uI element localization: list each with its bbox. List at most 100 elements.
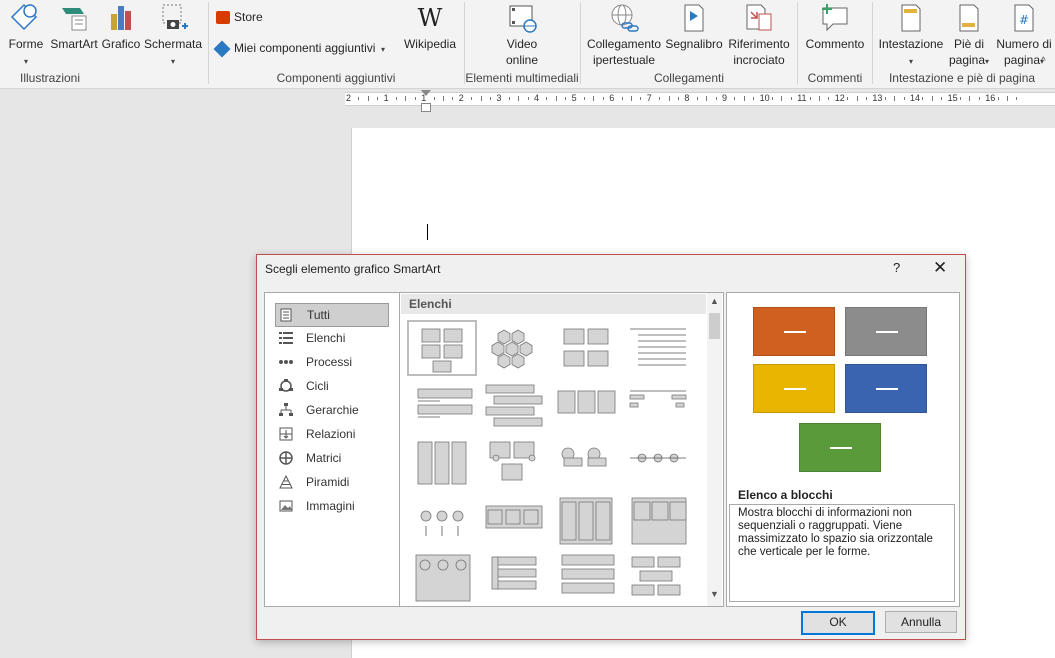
layout-thumbnail[interactable] — [482, 323, 546, 373]
chevron-down-icon: ▾ — [23, 57, 28, 66]
layout-thumbnail-graphic — [421, 328, 463, 373]
my-addins-button[interactable]: Miei componenti aggiuntivi ▾ — [213, 40, 385, 58]
smartart-icon — [62, 8, 87, 31]
gallery-scrollbar[interactable]: ▲ ▼ — [707, 293, 722, 606]
indent-marker[interactable] — [421, 103, 431, 112]
ruler-label: 5 — [571, 93, 577, 103]
layout-thumbnail[interactable] — [554, 438, 618, 488]
screenshot-button[interactable]: Schermata ▾ — [144, 2, 202, 70]
crossref-label-1: Riferimento — [728, 37, 790, 51]
video-icon — [509, 5, 537, 33]
ruler-tick — [565, 97, 567, 100]
help-button[interactable]: ? — [893, 260, 900, 275]
store-button[interactable]: Store — [216, 9, 263, 25]
layout-thumbnail[interactable] — [554, 323, 618, 373]
layout-thumbnail[interactable] — [626, 381, 690, 431]
ruler-label: 11 — [797, 93, 807, 103]
layout-thumbnail[interactable] — [410, 553, 474, 603]
pagenum-label-1: Numero di — [996, 37, 1052, 51]
ruler-tick — [508, 97, 510, 100]
smartart-button[interactable]: SmartArt — [48, 2, 100, 52]
header-icon — [901, 4, 921, 32]
header-button[interactable]: Intestazione ▾ — [878, 2, 944, 70]
dialog-title: Scegli elemento grafico SmartArt — [265, 262, 441, 276]
gallery-section-header: Elenchi — [401, 294, 706, 314]
ribbon: Forme ▾ SmartArt Grafico Schermata ▾ Ill… — [0, 0, 1055, 89]
shapes-label: Forme — [8, 37, 44, 51]
layout-thumbnail[interactable] — [626, 496, 690, 546]
ruler-tick — [969, 96, 971, 101]
layout-thumbnail[interactable] — [482, 381, 546, 431]
category-cicli[interactable]: Cicli — [275, 375, 387, 397]
category-gerarchie[interactable]: Gerarchie — [275, 399, 387, 421]
scroll-up-icon[interactable]: ▲ — [710, 296, 719, 306]
indent-marker[interactable] — [421, 90, 431, 96]
wikipedia-button[interactable]: W Wikipedia — [402, 2, 458, 52]
layout-thumbnail[interactable] — [410, 438, 474, 488]
category-relazioni[interactable]: Relazioni — [275, 423, 387, 445]
ruler-label: 14 — [910, 93, 921, 103]
group-label-intestazione: Intestazione e piè di pagina — [888, 71, 1036, 85]
group-label-componenti: Componenti aggiuntivi — [276, 71, 396, 85]
ruler-tick — [753, 97, 755, 100]
ruler-tick — [903, 97, 905, 100]
layout-thumbnail[interactable] — [482, 496, 546, 546]
layout-thumbnail[interactable] — [554, 496, 618, 546]
bookmark-button[interactable]: Segnalibro — [664, 2, 724, 52]
footer-button[interactable]: Piè di pagina▾ — [944, 2, 994, 70]
collapse-ribbon-icon[interactable]: ^ — [1041, 56, 1046, 67]
layout-thumbnail[interactable] — [626, 553, 690, 603]
layout-thumbnail[interactable] — [482, 553, 546, 603]
chart-button[interactable]: Grafico — [100, 2, 142, 52]
layout-thumbnail-graphic — [629, 390, 687, 408]
ruler-tick — [678, 97, 679, 100]
list-icon — [279, 332, 293, 344]
cancel-button[interactable]: Annulla — [885, 611, 957, 633]
ruler-label: 15 — [947, 93, 958, 103]
close-button[interactable]: ✕ — [933, 258, 947, 278]
ruler-label: 13 — [872, 93, 883, 103]
scroll-thumb[interactable] — [709, 313, 720, 339]
category-piramidi[interactable]: Piramidi — [275, 471, 387, 493]
ruler-tick — [602, 97, 604, 100]
preview-description: Mostra blocchi di informazioni non seque… — [729, 504, 955, 602]
ruler-tick — [715, 97, 717, 100]
layout-thumbnail[interactable] — [482, 438, 546, 488]
preview-block — [799, 423, 881, 472]
ruler-tick — [490, 97, 491, 100]
layout-thumbnail[interactable] — [410, 496, 474, 546]
layout-thumbnail[interactable] — [554, 553, 618, 603]
footer-label-2: pagina — [948, 53, 986, 67]
layout-thumbnail[interactable] — [626, 438, 690, 488]
scroll-down-icon[interactable]: ▼ — [710, 589, 719, 599]
ruler-tick — [593, 96, 595, 101]
layout-thumbnail-graphic — [491, 556, 537, 590]
ruler-tick — [358, 97, 360, 100]
layout-thumbnail[interactable] — [626, 323, 690, 373]
video-label-2: online — [505, 53, 539, 67]
pyramid-icon — [279, 475, 293, 489]
ruler-tick — [931, 96, 933, 101]
preview-block — [845, 307, 927, 356]
online-video-button[interactable]: Video online — [492, 2, 552, 68]
cross-reference-button[interactable]: Riferimento incrociato — [726, 2, 792, 68]
layout-thumbnail-graphic — [417, 441, 467, 485]
comment-button[interactable]: Commento — [802, 2, 868, 52]
category-matrici[interactable]: Matrici — [275, 447, 387, 469]
shapes-button[interactable]: Forme ▾ — [6, 2, 46, 70]
layout-thumbnail[interactable] — [410, 381, 474, 431]
hyperlink-button[interactable]: Collegamento ipertestuale — [586, 2, 662, 68]
preview-title: Elenco a blocchi — [738, 488, 833, 502]
ok-button[interactable]: OK — [801, 611, 875, 635]
chart-label: Grafico — [101, 37, 141, 51]
ruler-tick — [1016, 97, 1018, 100]
category-processi[interactable]: Processi — [275, 351, 387, 373]
layout-thumbnail[interactable] — [554, 381, 618, 431]
category-immagini[interactable]: Immagini — [275, 495, 387, 517]
layout-thumbnail[interactable] — [407, 320, 477, 376]
ruler-tick — [894, 96, 896, 101]
ruler-tick — [941, 97, 943, 100]
footer-label-1: Piè di — [953, 37, 985, 51]
category-elenchi[interactable]: Elenchi — [275, 327, 387, 349]
category-tutti[interactable]: Tutti — [275, 303, 389, 327]
